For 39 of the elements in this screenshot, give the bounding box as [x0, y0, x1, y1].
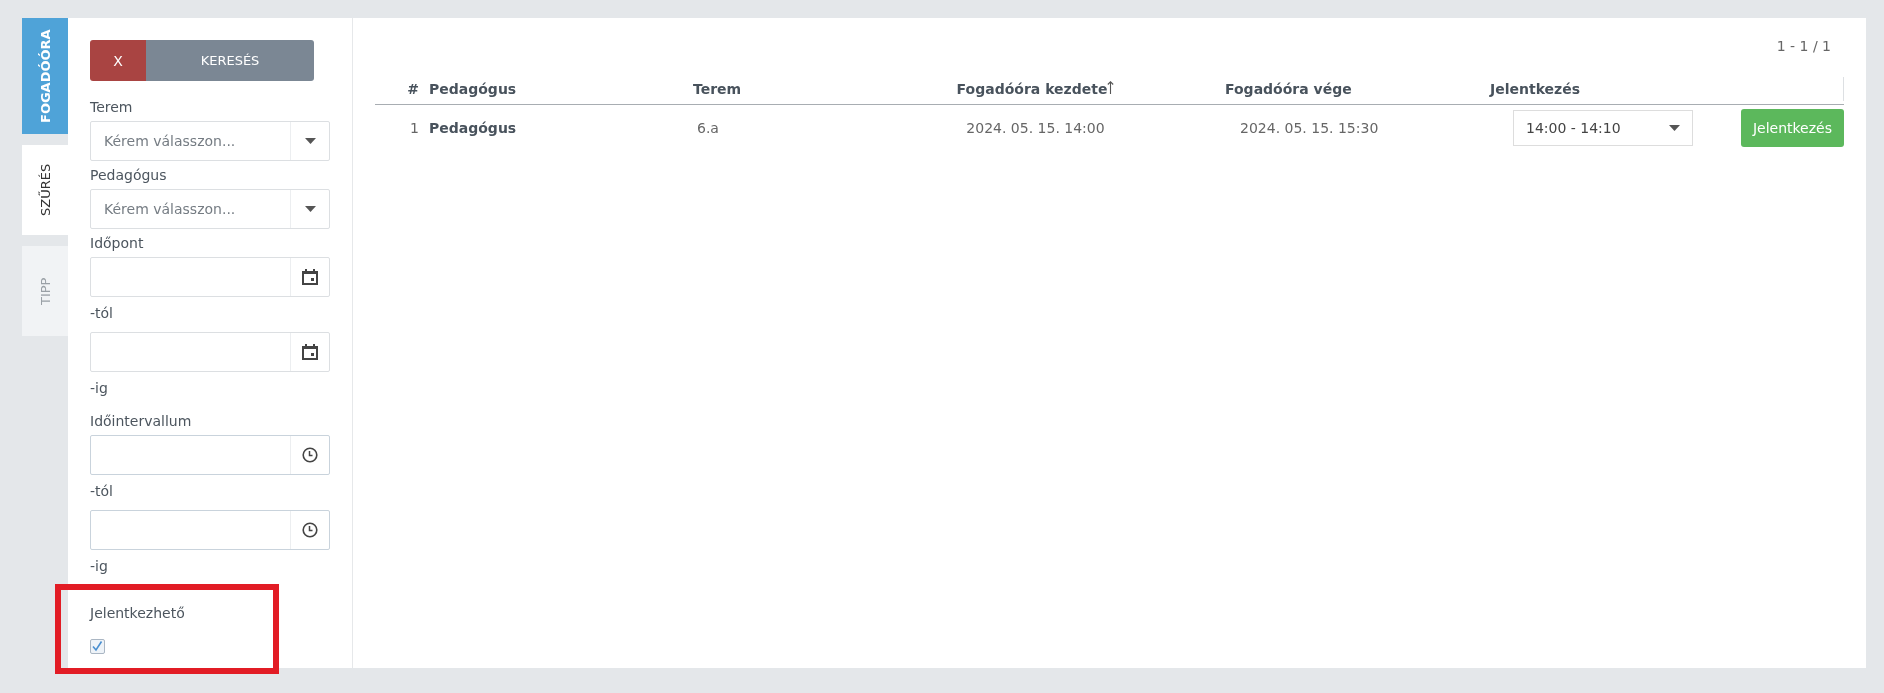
- table-cell-text: 6.a: [696, 120, 720, 136]
- column-header[interactable]: Fogadóóra vége: [1150, 81, 1475, 97]
- table-cell-text: 2024. 05. 15. 15:30: [1239, 120, 1380, 136]
- column-header[interactable]: #: [375, 81, 423, 97]
- clock-icon: [302, 522, 318, 538]
- column-header[interactable]: Terem: [687, 81, 915, 97]
- field-label: Jelentkezhető: [90, 605, 185, 622]
- caret-icon: [1669, 125, 1680, 131]
- pagination-text: 1 - 1 / 1: [1775, 38, 1831, 54]
- caret-icon: [304, 206, 316, 212]
- input-field[interactable]: [90, 332, 330, 372]
- column-header[interactable]: Pedagógus: [423, 81, 687, 97]
- table-cell-text: 2024. 05. 15. 14:00: [965, 120, 1106, 136]
- field-label: -tól: [90, 305, 114, 322]
- field-label: -ig: [90, 380, 109, 397]
- column-header[interactable]: Jelentkezés: [1475, 81, 1715, 97]
- search-button[interactable]: KERESÉS: [146, 40, 314, 81]
- column-header[interactable]: Fogadóóra kezdete: [915, 81, 1150, 97]
- field-label: -ig: [90, 558, 109, 575]
- table-cell-text: 1: [409, 120, 420, 136]
- field-label: Terem: [90, 99, 134, 116]
- caret-icon: [304, 138, 316, 144]
- field-label: Időintervallum: [90, 413, 193, 430]
- calendar-icon: [302, 344, 318, 360]
- slot-select[interactable]: 14:00 - 14:10: [1513, 110, 1693, 146]
- select-field[interactable]: Kérem válasszon...: [90, 121, 330, 161]
- clock-icon: [302, 447, 318, 463]
- calendar-icon: [302, 269, 318, 285]
- side-tab[interactable]: SZŰRÉS: [22, 145, 68, 235]
- field-label: -tól: [90, 483, 114, 500]
- table-cell-text: Pedagógus: [428, 120, 518, 136]
- clear-button[interactable]: X: [90, 40, 146, 81]
- field-label: Pedagógus: [90, 167, 168, 184]
- input-field[interactable]: [90, 510, 330, 550]
- checkbox[interactable]: [90, 639, 105, 654]
- select-field[interactable]: Kérem válasszon...: [90, 189, 330, 229]
- field-label: Időpont: [90, 235, 145, 252]
- input-field[interactable]: [90, 435, 330, 475]
- input-field[interactable]: [90, 257, 330, 297]
